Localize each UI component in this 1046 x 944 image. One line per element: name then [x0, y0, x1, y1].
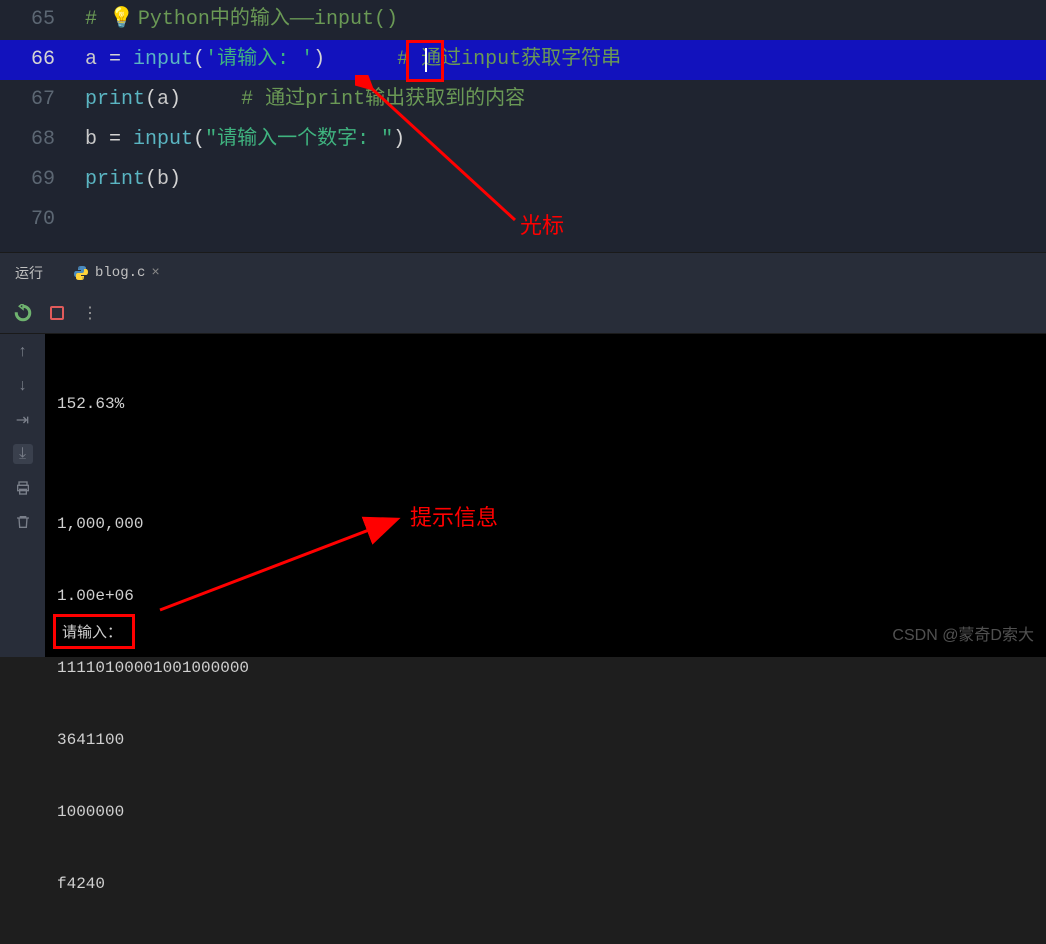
lightbulb-icon: 💡	[109, 0, 134, 40]
line-number: 68	[0, 120, 55, 160]
input-prompt-text[interactable]: 请输入：	[62, 625, 122, 642]
python-file-icon	[73, 265, 89, 281]
console-action-bar: ↑ ↓ ⇥ ⤓	[0, 334, 45, 657]
console-panel: ↑ ↓ ⇥ ⤓ 152.63% 1,000,000 1.00e+06 11110…	[0, 334, 1046, 657]
close-tab-icon[interactable]: ×	[151, 265, 159, 281]
code-line[interactable]	[75, 200, 1046, 240]
input-prompt-highlight: 请输入：	[53, 614, 135, 649]
code-line-active[interactable]: a = input('请输入: ') # 通过input获取字符串	[75, 40, 1046, 80]
scroll-to-end-icon[interactable]: ⤓	[13, 444, 33, 464]
watermark: CSDN @蒙奇D索大	[892, 621, 1034, 645]
code-line[interactable]: print(b)	[75, 160, 1046, 200]
line-number: 70	[0, 200, 55, 240]
code-line[interactable]: b = input("请输入一个数字: ")	[75, 120, 1046, 160]
line-number: 67	[0, 80, 55, 120]
text-cursor	[425, 48, 427, 72]
console-line: f4240	[57, 872, 1034, 896]
print-icon[interactable]	[13, 478, 33, 498]
console-line: 11110100001001000000	[57, 656, 1034, 680]
console-line: 3641100	[57, 728, 1034, 752]
run-toolbar: ⋮	[0, 292, 1046, 334]
run-tab[interactable]: 运行	[0, 253, 58, 292]
console-line: 1000000	[57, 800, 1034, 824]
more-options-icon[interactable]: ⋮	[82, 303, 98, 323]
code-line[interactable]: print(a) # 通过print输出获取到的内容	[75, 80, 1046, 120]
console-line: 1,000,000	[57, 512, 1034, 536]
code-line[interactable]: # 💡Python中的输入——input()	[75, 0, 1046, 40]
console-line: 1.00e+06	[57, 584, 1034, 608]
scroll-down-icon[interactable]: ↓	[13, 376, 33, 396]
file-tab[interactable]: blog.c ×	[58, 253, 175, 292]
trash-icon[interactable]	[13, 512, 33, 532]
console-output[interactable]: 152.63% 1,000,000 1.00e+06 1111010000100…	[45, 334, 1046, 657]
scroll-up-icon[interactable]: ↑	[13, 342, 33, 362]
code-content[interactable]: # 💡Python中的输入——input() a = input('请输入: '…	[75, 0, 1046, 252]
bottom-panel-tabs: 运行 blog.c ×	[0, 252, 1046, 292]
stop-icon[interactable]	[50, 306, 64, 320]
line-number: 66	[0, 40, 75, 80]
line-number-gutter: 65 66 67 68 69 70	[0, 0, 75, 252]
console-line: 152.63%	[57, 392, 1034, 416]
rerun-icon[interactable]	[14, 304, 32, 322]
soft-wrap-icon[interactable]: ⇥	[13, 410, 33, 430]
line-number: 69	[0, 160, 55, 200]
code-editor[interactable]: 65 66 67 68 69 70 # 💡Python中的输入——input()…	[0, 0, 1046, 252]
line-number: 65	[0, 0, 55, 40]
